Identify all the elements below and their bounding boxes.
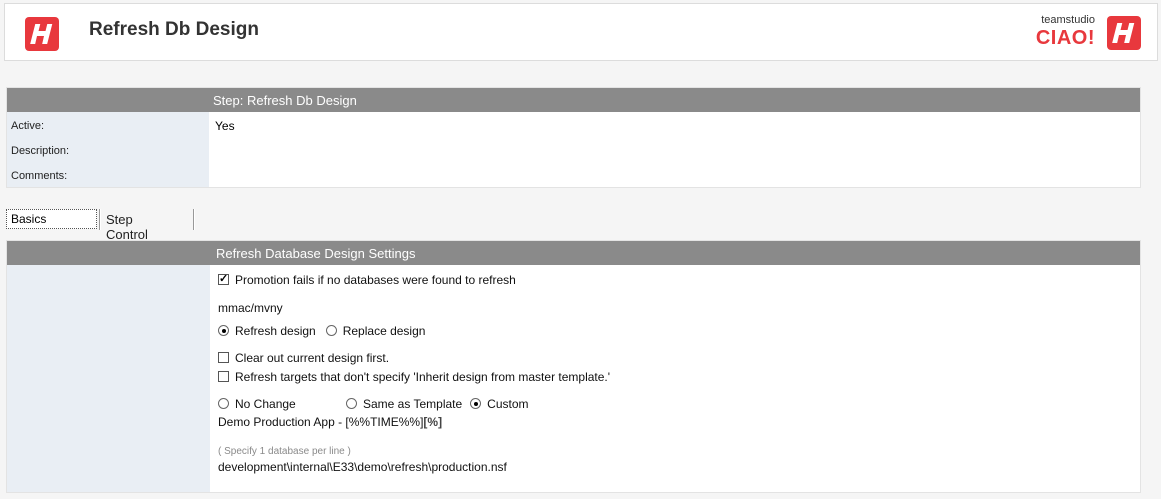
refresh-design-radio[interactable]: [218, 325, 229, 336]
replace-design-label: Replace design: [342, 324, 426, 338]
refresh-design-label: Refresh design: [235, 324, 316, 338]
step-heading: Step: Refresh Db Design: [213, 93, 357, 108]
insert-variable-button[interactable]: [%]: [423, 415, 442, 429]
design-mode-group: Refresh design Replace design: [218, 324, 425, 338]
refresh-targets-label: Refresh targets that don't specify 'Inhe…: [235, 370, 611, 384]
brand-logo: teamstudio CIAO!: [1005, 14, 1145, 50]
page-header: Refresh Db Design teamstudio CIAO!: [4, 3, 1158, 61]
brand-name-small: teamstudio: [1041, 14, 1095, 26]
settings-heading: Refresh Database Design Settings: [216, 246, 416, 261]
tab-divider: [99, 209, 101, 230]
replace-design-radio[interactable]: [325, 325, 337, 336]
clear-out-option[interactable]: Clear out current design first.: [218, 351, 389, 365]
refresh-targets-checkbox[interactable]: [218, 371, 229, 382]
step-panel: Step: Refresh Db Design Active: Yes Desc…: [6, 87, 1141, 188]
tab-divider: [193, 209, 195, 230]
active-value: Yes: [215, 119, 235, 133]
promotion-fails-option[interactable]: Promotion fails if no databases were fou…: [218, 272, 516, 287]
active-label: Active:: [11, 120, 45, 132]
title-option-group: No Change Same as Template Custom: [218, 397, 529, 411]
custom-title-field[interactable]: Demo Production App - [%%TIME%%]: [218, 415, 423, 429]
custom-label: Custom: [487, 397, 529, 411]
custom-title-row: Demo Production App - [%%TIME%%][%]: [218, 415, 442, 429]
same-as-template-radio[interactable]: [346, 398, 357, 409]
database-path-field[interactable]: development\internal\E33\demo\refresh\pr…: [218, 460, 507, 474]
tab-step-control[interactable]: Step Control: [106, 212, 148, 242]
label-column: [7, 265, 210, 492]
custom-radio[interactable]: [470, 398, 482, 409]
promotion-fails-checkbox[interactable]: [218, 272, 229, 285]
same-as-template-label: Same as Template: [363, 397, 463, 411]
comments-label: Comments:: [11, 170, 68, 182]
settings-header: Refresh Database Design Settings: [7, 241, 1140, 265]
teamstudio-logo-icon: [25, 17, 59, 51]
tab-basics[interactable]: Basics: [6, 209, 97, 229]
database-hint: ( Specify 1 database per line ): [218, 446, 351, 457]
description-label: Description:: [11, 145, 70, 157]
refresh-targets-option[interactable]: Refresh targets that don't specify 'Inhe…: [218, 370, 610, 384]
clear-out-checkbox[interactable]: [218, 352, 229, 363]
clear-out-label: Clear out current design first.: [235, 351, 390, 365]
no-change-radio[interactable]: [218, 398, 229, 409]
brand-name-big: CIAO!: [1035, 27, 1095, 49]
step-header: Step: Refresh Db Design: [7, 88, 1140, 112]
teamstudio-logo-icon: [1107, 16, 1141, 50]
promotion-fails-label: Promotion fails if no databases were fou…: [235, 273, 516, 287]
settings-panel: Refresh Database Design Settings Promoti…: [6, 240, 1141, 493]
server-name: mmac/mvny: [218, 301, 283, 315]
page-title: Refresh Db Design: [89, 19, 259, 40]
no-change-label: No Change: [235, 397, 296, 411]
